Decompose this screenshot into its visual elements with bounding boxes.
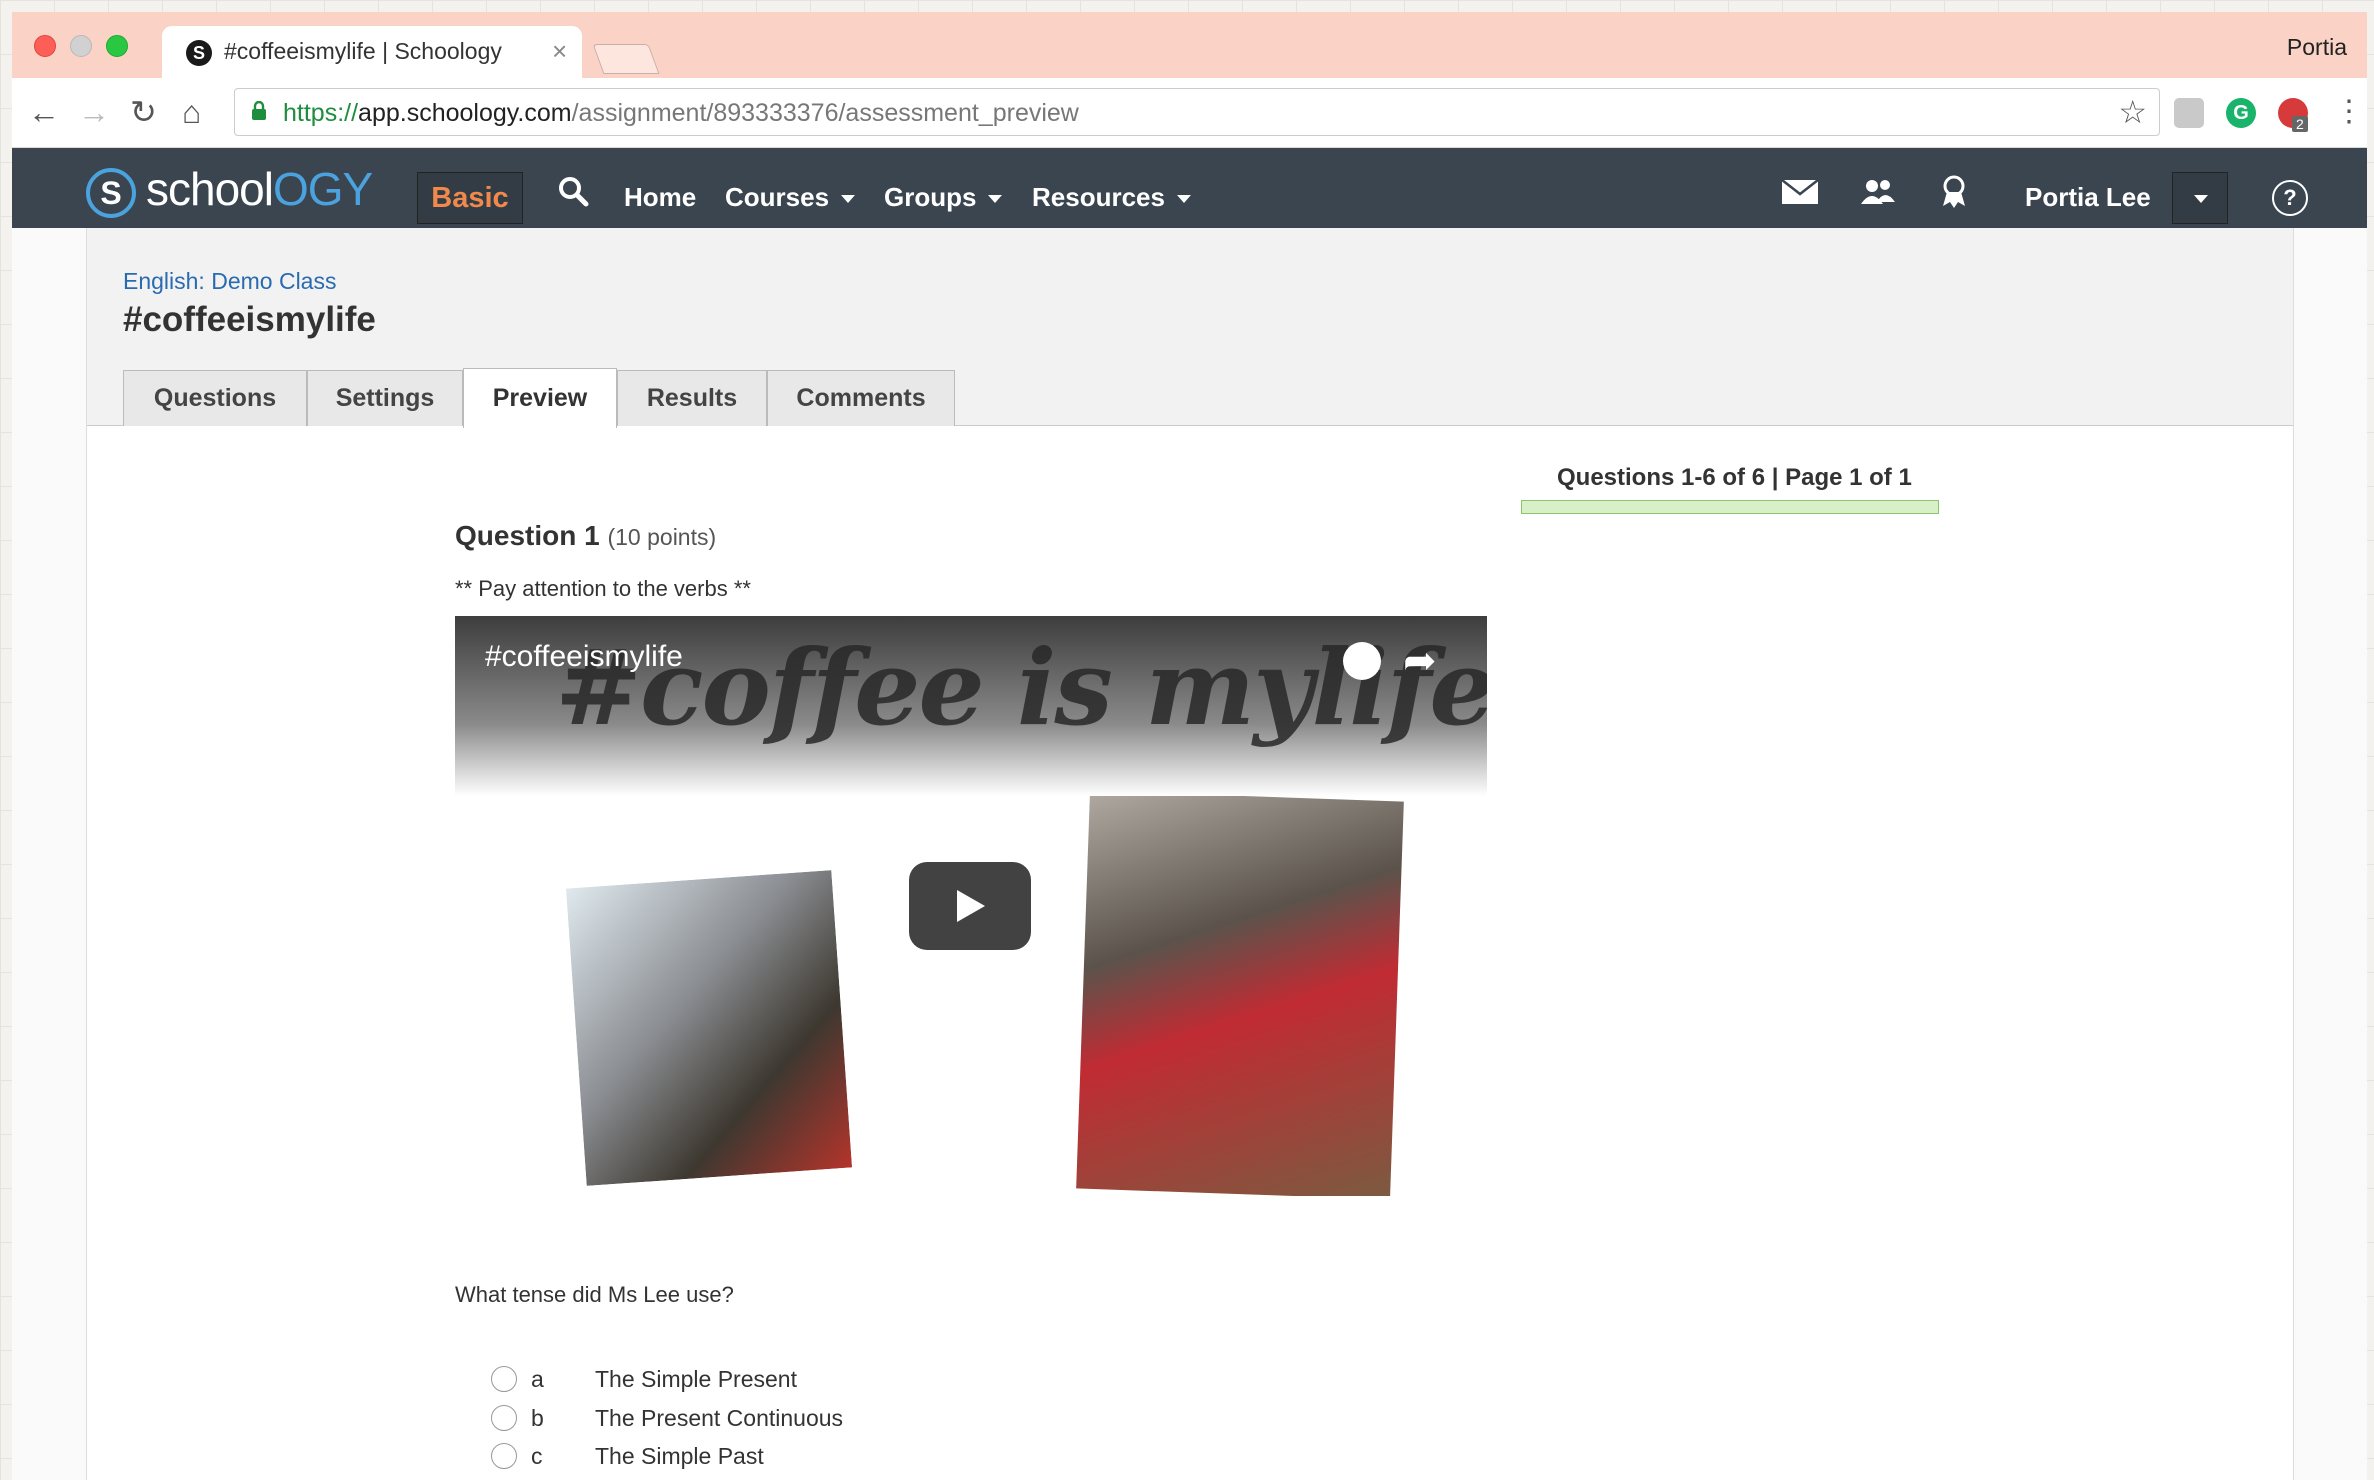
user-menu-dropdown[interactable] <box>2172 172 2228 224</box>
question-prompt: What tense did Ms Lee use? <box>455 1282 734 1307</box>
browser-tab-title: #coffeeismylife | Schoology <box>224 38 502 64</box>
tab-results[interactable]: Results <box>617 370 767 426</box>
tab-settings[interactable]: Settings <box>307 370 463 426</box>
video-photo-selfie <box>562 866 856 1190</box>
clock-icon[interactable] <box>1343 642 1381 680</box>
caret-down-icon <box>988 195 1003 204</box>
caret-down-icon <box>2194 195 2208 203</box>
video-embed[interactable]: #coffee is mylife #coffeeismylife ➦ <box>455 616 1487 1196</box>
url-host: app.schoology.com <box>358 99 572 127</box>
window-minimize-button[interactable] <box>70 35 92 57</box>
nav-courses-label: Courses <box>725 182 830 212</box>
forward-arrow-icon[interactable]: → <box>78 92 110 132</box>
question-points: (10 points) <box>607 524 717 550</box>
help-icon[interactable]: ? <box>2272 180 2308 216</box>
user-name[interactable]: Portia Lee <box>2025 182 2151 213</box>
question-instruction: ** Pay attention to the verbs ** <box>455 576 751 601</box>
back-arrow-icon[interactable]: ← <box>28 92 60 132</box>
tab-close-icon[interactable]: × <box>552 36 567 67</box>
window-maximize-button[interactable] <box>106 35 128 57</box>
nav-home[interactable]: Home <box>624 182 696 213</box>
radio-button[interactable] <box>491 1366 517 1392</box>
url-scheme: https:// <box>283 99 359 127</box>
schoology-logo-icon[interactable]: S <box>86 168 136 218</box>
video-photo-cups <box>1076 790 1404 1196</box>
browser-menu-icon[interactable]: ⋮ <box>2334 94 2364 129</box>
progress-fill <box>1522 501 1938 513</box>
mail-icon[interactable] <box>1780 174 1820 210</box>
video-title[interactable]: #coffeeismylife <box>485 640 683 674</box>
caret-down-icon <box>841 195 856 204</box>
tab-comments[interactable]: Comments <box>767 370 955 426</box>
url-text[interactable]: https://app.schoology.com/assignment/893… <box>283 99 1079 128</box>
choice-text: The Simple Past <box>595 1443 764 1469</box>
url-path: /assignment/893333376/assessment_preview <box>571 99 1079 127</box>
extension-icon[interactable] <box>2174 98 2204 128</box>
new-tab-button[interactable] <box>592 44 660 74</box>
tab-strip: S #coffeeismylife | Schoology × Portia <box>12 12 2367 80</box>
bookmark-star-icon[interactable]: ☆ <box>2118 93 2147 131</box>
home-icon[interactable]: ⌂ <box>182 92 201 132</box>
pager-text: Questions 1-6 of 6 | Page 1 of 1 <box>1557 464 1912 491</box>
window-close-button[interactable] <box>34 35 56 57</box>
question-title: Question 1 (10 points) <box>455 520 716 552</box>
caret-down-icon <box>1176 195 1191 204</box>
browser-profile-name[interactable]: Portia <box>2287 34 2347 61</box>
radio-button[interactable] <box>491 1405 517 1431</box>
nav-resources-label: Resources <box>1032 182 1165 212</box>
grammarly-icon[interactable]: G <box>2226 98 2256 128</box>
share-icon[interactable]: ➦ <box>1403 638 1437 684</box>
choice-text: The Simple Present <box>595 1366 797 1392</box>
progress-bar <box>1521 500 1939 514</box>
nav-groups[interactable]: Groups <box>884 182 1003 213</box>
schoology-header: S schoolOGY Basic Home Courses Groups Re… <box>12 148 2367 228</box>
nav-resources[interactable]: Resources <box>1032 182 1191 213</box>
basic-plan-badge[interactable]: Basic <box>417 172 523 224</box>
choice-text: The Present Continuous <box>595 1405 844 1431</box>
breadcrumb[interactable]: English: Demo Class <box>123 268 336 295</box>
nav-courses[interactable]: Courses <box>725 182 856 213</box>
extension-badge: 2 <box>2292 116 2308 132</box>
radio-button[interactable] <box>491 1443 517 1469</box>
lock-icon <box>252 101 266 120</box>
people-icon[interactable] <box>1858 174 1898 210</box>
play-button[interactable] <box>909 862 1031 950</box>
question-number: Question 1 <box>455 520 600 551</box>
course-header: English: Demo Class #coffeeismylife Ques… <box>87 228 2293 428</box>
logo-text-school: school <box>146 163 274 215</box>
schoology-favicon-icon: S <box>186 40 212 66</box>
video-handwritten-title: #coffee is mylife <box>555 626 1487 749</box>
notifications-icon[interactable] <box>1934 174 1974 210</box>
schoology-logo[interactable]: schoolOGY <box>146 162 373 216</box>
tab-questions[interactable]: Questions <box>123 370 307 426</box>
tab-preview[interactable]: Preview <box>463 368 617 428</box>
address-bar[interactable]: https://app.schoology.com/assignment/893… <box>234 88 2160 136</box>
page-title: #coffeeismylife <box>123 300 376 339</box>
browser-toolbar: ← → ↻ ⌂ https://app.schoology.com/assign… <box>12 78 2367 148</box>
reload-icon[interactable]: ↻ <box>130 92 157 132</box>
choice-letter: c <box>531 1443 543 1469</box>
nav-groups-label: Groups <box>884 182 977 212</box>
search-icon[interactable] <box>556 174 590 208</box>
main-content: English: Demo Class #coffeeismylife Ques… <box>86 228 2294 1480</box>
logo-text-ogy: OGY <box>272 163 373 215</box>
choice-letter: b <box>531 1405 544 1431</box>
choice-letter: a <box>531 1366 544 1392</box>
browser-window: S #coffeeismylife | Schoology × Portia ←… <box>12 12 2367 1480</box>
